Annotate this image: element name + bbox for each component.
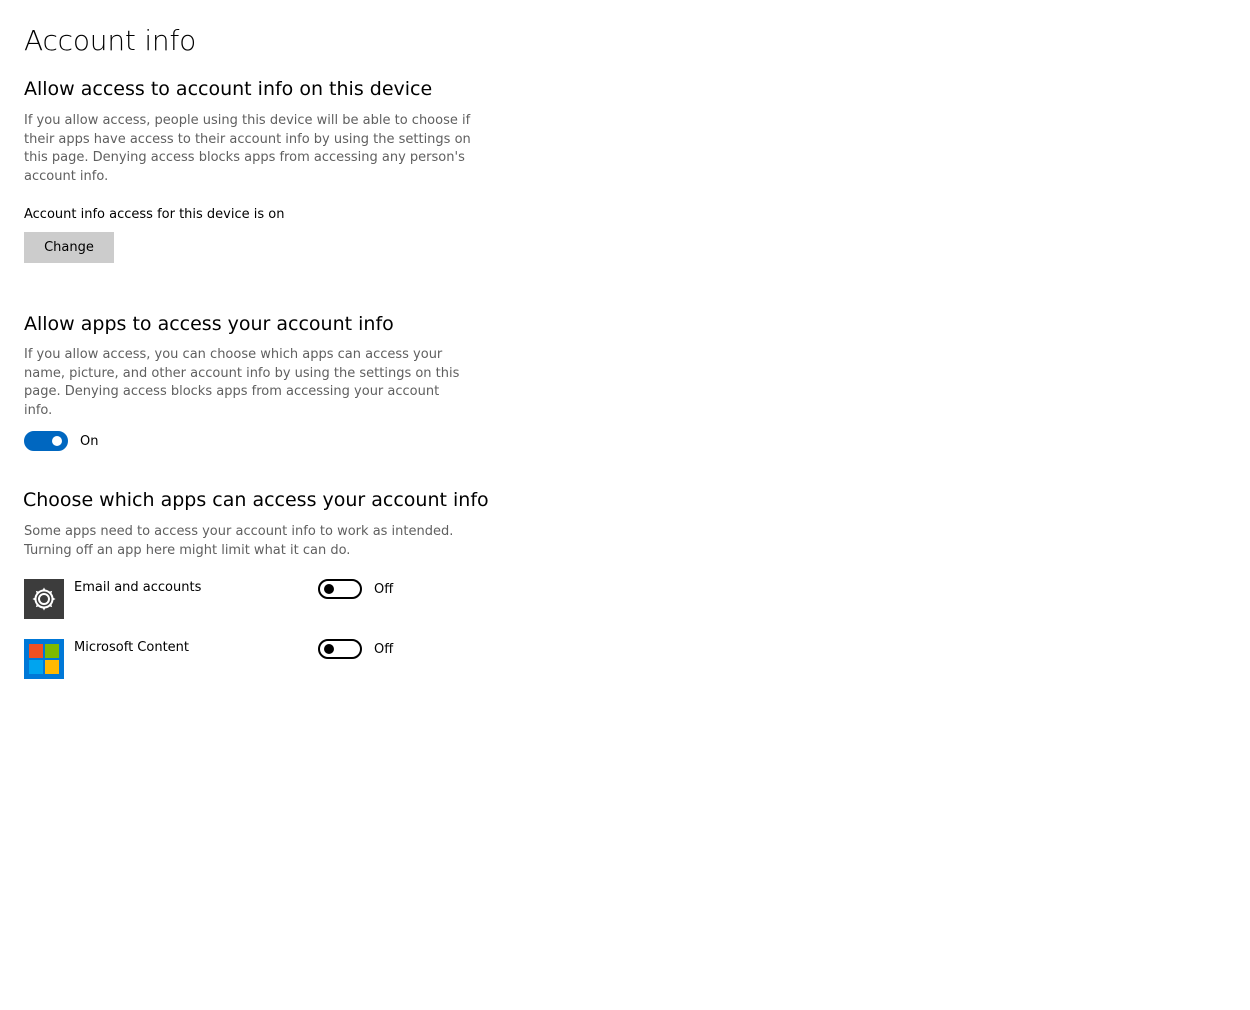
apps-access-toggle-label: On xyxy=(80,434,99,449)
toggle-knob xyxy=(52,436,62,446)
device-access-status: Account info access for this device is o… xyxy=(24,207,285,222)
account-info-page: Account info Allow access to account inf… xyxy=(0,0,1250,1010)
choose-apps-description: Some apps need to access your account in… xyxy=(24,524,454,558)
microsoft-logo-icon xyxy=(24,639,64,679)
email-accounts-toggle[interactable] xyxy=(318,579,362,599)
page-title: Account info xyxy=(24,24,197,57)
microsoft-content-toggle-label: Off xyxy=(374,642,394,657)
apps-access-description: If you allow access, you can choose whic… xyxy=(24,347,460,418)
change-button[interactable]: Change xyxy=(24,232,114,263)
apps-access-toggle[interactable] xyxy=(24,431,68,451)
choose-apps-heading: Choose which apps can access your accoun… xyxy=(23,489,489,511)
email-accounts-toggle-label: Off xyxy=(374,582,394,597)
gear-icon xyxy=(24,579,64,619)
app-name-email-accounts: Email and accounts xyxy=(74,580,202,595)
device-access-description: If you allow access, people using this d… xyxy=(24,113,471,184)
apps-access-heading: Allow apps to access your account info xyxy=(24,313,394,335)
device-access-heading: Allow access to account info on this dev… xyxy=(24,78,433,100)
toggle-knob xyxy=(324,644,334,654)
microsoft-content-toggle[interactable] xyxy=(318,639,362,659)
toggle-knob xyxy=(324,584,334,594)
app-name-microsoft-content: Microsoft Content xyxy=(74,640,189,655)
